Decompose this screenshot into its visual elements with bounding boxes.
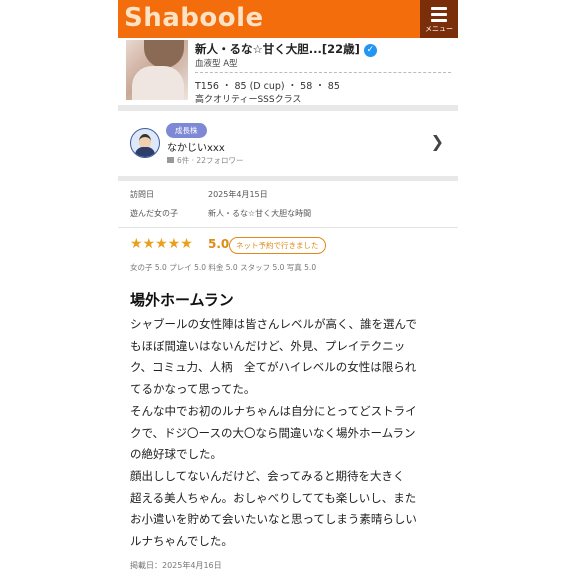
review-line: クで、ドジ〇ースの大〇なら間違いなく場外ホームラン bbox=[130, 425, 416, 440]
visit-date-row: 訪問日 2025年4月15日 bbox=[118, 186, 458, 205]
review-title: 場外ホームラン bbox=[130, 291, 234, 309]
avatar-suit bbox=[135, 147, 155, 157]
girl-profile-card[interactable]: 新人・るな☆甘く大胆...[22歳] ✓ 血液型 A型 T156 ・ 85 (D … bbox=[118, 38, 458, 105]
review-line: てるかなって思ってた。 bbox=[130, 382, 256, 397]
girl-label: 遊んだ女の子 bbox=[130, 209, 178, 218]
reviewer-rank-badge: 成長株 bbox=[166, 123, 207, 138]
rating-row: ★★★★★ 5.0 ネット予約で行きました bbox=[130, 236, 450, 256]
reviewer-row[interactable]: 成長株 なかじいxxx 6件 · 22フォロワー ❯ bbox=[118, 112, 458, 172]
menu-button[interactable]: メニュー bbox=[420, 0, 458, 38]
avatar[interactable] bbox=[130, 128, 160, 158]
review-line: お小遣いを貯めて会いたいなと思ってしまう素晴らしい bbox=[130, 512, 417, 527]
posted-date: 掲載日：2025年4月16日 bbox=[130, 561, 222, 570]
section-separator bbox=[118, 105, 458, 111]
section-separator bbox=[118, 176, 458, 181]
review-line: ク、コミュ力、人柄 全てがハイレベルの女性は限られ bbox=[130, 360, 417, 375]
blood-type: 血液型 A型 bbox=[195, 59, 238, 69]
review-line: の絶好球でした。 bbox=[130, 447, 222, 462]
profile-name-text: 新人・るな☆甘く大胆...[22歳] bbox=[195, 42, 360, 56]
profile-divider bbox=[195, 72, 451, 73]
reservation-tag: ネット予約で行きました bbox=[229, 237, 326, 254]
review-line: ルナちゃんでした。 bbox=[130, 534, 233, 549]
reviewer-stats: 6件 · 22フォロワー bbox=[167, 155, 243, 166]
reviewer-name[interactable]: なかじいxxx bbox=[167, 139, 225, 154]
verified-check-icon: ✓ bbox=[363, 44, 377, 57]
profile-photo[interactable] bbox=[126, 40, 188, 100]
review-line: そんな中でお初のルナちゃんは自分にとってどストライ bbox=[130, 403, 417, 418]
star-rating-icon: ★★★★★ bbox=[130, 236, 193, 252]
rating-score: 5.0 bbox=[208, 237, 230, 251]
profile-name[interactable]: 新人・るな☆甘く大胆...[22歳] ✓ bbox=[195, 41, 377, 57]
review-line: もほぼ間違いはないんだけど、外見、プレイテクニッ bbox=[130, 338, 406, 353]
review-line: 超える美人ちゃん。おしゃべりしてても楽しいし、また bbox=[130, 490, 417, 505]
site-logo[interactable]: Shaboole bbox=[124, 3, 264, 33]
girl-value[interactable]: 新人・るな☆甘く大胆な時間 bbox=[208, 208, 311, 219]
photo-body bbox=[132, 66, 184, 100]
reviewer-stats-text: 6件 · 22フォロワー bbox=[177, 156, 244, 165]
chevron-right-icon[interactable]: ❯ bbox=[431, 132, 444, 151]
page: Shaboole メニュー 新人・るな☆甘く大胆...[22歳] ✓ 血液型 A型… bbox=[118, 0, 458, 576]
review-count-icon bbox=[167, 157, 174, 163]
hamburger-icon bbox=[431, 7, 447, 25]
girl-row: 遊んだ女の子 新人・るな☆甘く大胆な時間 bbox=[118, 205, 458, 224]
visit-info: 訪問日 2025年4月15日 遊んだ女の子 新人・るな☆甘く大胆な時間 bbox=[118, 186, 458, 224]
visit-date-label: 訪問日 bbox=[130, 190, 154, 199]
header: Shaboole メニュー bbox=[118, 0, 458, 38]
review-body: シャブールの女性陣は皆さんレベルが高く、誰を選んで もほぼ間違いはないんだけど、… bbox=[130, 314, 448, 553]
divider bbox=[118, 227, 458, 228]
review-line: シャブールの女性陣は皆さんレベルが高く、誰を選んで bbox=[130, 317, 417, 331]
sub-scores: 女の子 5.0 プレイ 5.0 料金 5.0 スタッフ 5.0 写真 5.0 bbox=[130, 263, 317, 272]
menu-label: メニュー bbox=[425, 25, 453, 33]
profile-size: T156 ・ 85 (D cup) ・ 58 ・ 85 bbox=[195, 81, 340, 92]
review-line: 顔出ししてないんだけど、会ってみると期待を大きく bbox=[130, 468, 405, 483]
profile-class: 高クオリティーSSSクラス bbox=[195, 95, 302, 105]
visit-date-value: 2025年4月15日 bbox=[208, 190, 268, 199]
photo-hair bbox=[144, 40, 184, 68]
